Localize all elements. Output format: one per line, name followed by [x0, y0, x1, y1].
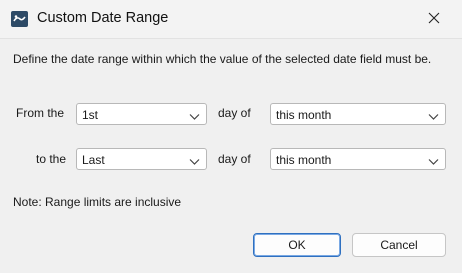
note-text: Note: Range limits are inclusive [13, 195, 182, 209]
to-day-select[interactable]: Last [76, 148, 207, 170]
to-day-value: Last [82, 153, 105, 167]
from-day-of-label: day of [218, 106, 251, 120]
app-icon [11, 11, 28, 27]
to-label: to the [36, 152, 67, 166]
title-bar: Custom Date Range [0, 0, 462, 39]
chevron-down-icon [189, 110, 200, 120]
chevron-down-icon [428, 155, 439, 165]
close-icon [428, 12, 440, 27]
description-text: Define the date range within which the v… [13, 52, 432, 66]
ok-button[interactable]: OK [253, 233, 341, 257]
cancel-button[interactable]: Cancel [352, 233, 446, 257]
from-label: From the [16, 106, 65, 120]
from-day-value: 1st [82, 108, 99, 122]
to-day-of-label: day of [218, 152, 251, 166]
window-title: Custom Date Range [37, 10, 169, 26]
chevron-down-icon [189, 155, 200, 165]
dialog-body: Define the date range within which the v… [0, 39, 462, 273]
to-period-value: this month [276, 153, 332, 167]
from-period-select[interactable]: this month [270, 103, 446, 125]
from-period-value: this month [276, 108, 332, 122]
chevron-down-icon [428, 110, 439, 120]
close-button[interactable] [414, 4, 454, 34]
from-day-select[interactable]: 1st [76, 103, 207, 125]
to-period-select[interactable]: this month [270, 148, 446, 170]
